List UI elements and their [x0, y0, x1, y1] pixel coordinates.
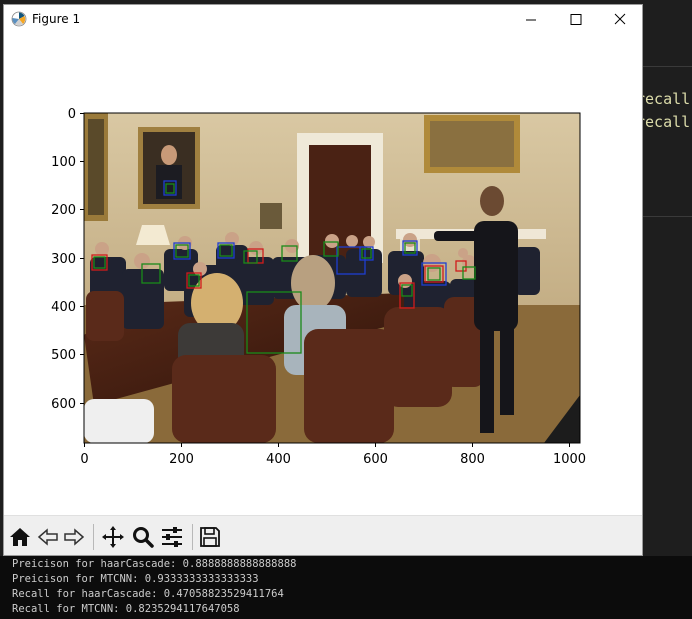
y-tick-label: 300	[51, 252, 76, 267]
toolbar-separator	[93, 524, 94, 550]
y-axis: 0 100 200 300 400 500 600	[51, 107, 84, 412]
navigation-toolbar	[4, 515, 642, 555]
x-tick-label: 400	[266, 452, 291, 467]
code-editor-background	[643, 0, 692, 556]
close-icon[interactable]	[598, 5, 643, 35]
y-tick-label: 400	[51, 300, 76, 315]
y-tick-label: 500	[51, 348, 76, 363]
console-line-precision-haar: Preicison for haarCascade: 0.88888888888…	[12, 558, 297, 570]
figure-window: Figure 1 0 200 400 600 800 1000 0 100 20…	[3, 4, 643, 556]
pan-icon[interactable]	[101, 525, 125, 549]
x-axis: 0 200 400 600 800 1000	[80, 443, 586, 467]
save-icon[interactable]	[198, 525, 222, 549]
configure-subplots-icon[interactable]	[160, 525, 184, 549]
title-bar[interactable]: Figure 1	[4, 5, 642, 35]
y-tick-label: 100	[51, 155, 76, 170]
x-tick-label: 200	[169, 452, 194, 467]
console-output: Preicison for haarCascade: 0.88888888888…	[0, 556, 692, 619]
x-tick-label: 600	[363, 452, 388, 467]
back-icon[interactable]	[36, 525, 60, 549]
y-tick-label: 200	[51, 203, 76, 218]
zoom-icon[interactable]	[131, 525, 155, 549]
code-line-1: recall	[636, 90, 691, 108]
minimize-icon[interactable]	[508, 5, 553, 35]
maximize-icon[interactable]	[553, 5, 598, 35]
window-title: Figure 1	[32, 12, 81, 26]
x-tick-label: 1000	[553, 452, 586, 467]
plot-svg: 0 200 400 600 800 1000 0 100 200 300 400…	[51, 107, 586, 467]
console-line-precision-mtcnn: Preicison for MTCNN: 0.9333333333333333	[12, 573, 259, 585]
x-tick-label: 0	[80, 452, 88, 467]
y-tick-label: 0	[68, 107, 76, 122]
photo-image	[84, 113, 580, 443]
code-line-2: recall	[636, 113, 691, 131]
y-tick-label: 600	[51, 397, 76, 412]
console-line-recall-haar: Recall for haarCascade: 0.47058823529411…	[12, 588, 284, 600]
x-tick-label: 800	[460, 452, 485, 467]
matplotlib-logo-icon	[11, 11, 27, 27]
toolbar-separator	[192, 524, 193, 550]
figure-canvas[interactable]: 0 200 400 600 800 1000 0 100 200 300 400…	[4, 35, 642, 515]
forward-icon[interactable]	[62, 525, 86, 549]
home-icon[interactable]	[8, 525, 32, 549]
console-line-recall-mtcnn: Recall for MTCNN: 0.8235294117647058	[12, 603, 240, 615]
